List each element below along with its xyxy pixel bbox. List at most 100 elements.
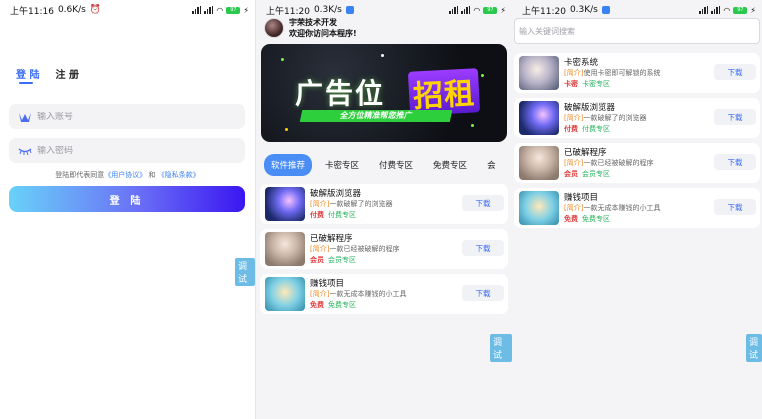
item-desc-text: 一款破解了的浏览器 [583, 114, 647, 122]
download-button[interactable]: 下载 [714, 154, 756, 170]
password-field[interactable] [9, 138, 245, 163]
welcome-text: 欢迎你访问本程序! [289, 29, 357, 38]
app-thumbnail [519, 101, 559, 135]
list-item[interactable]: 赚钱项目 [简介]一款无成本赚钱的小工具 免费 免费专区 下载 [260, 274, 508, 314]
status-net-speed: 0.3K/s [569, 5, 598, 15]
tab-free[interactable]: 免费专区 [426, 154, 474, 176]
notification-icon [601, 6, 610, 14]
banner-highlight: 招租 [407, 68, 481, 116]
wifi-icon: ◠ [216, 5, 224, 15]
download-button[interactable]: 下载 [462, 285, 504, 301]
login-tabs: 登 陆 注 册 [16, 66, 79, 84]
app-thumbnail [265, 187, 305, 221]
tab-indicator [19, 82, 33, 84]
status-icons: ◠ 97 ⚡ [699, 6, 756, 15]
item-meta: 会员 会员专区 [564, 169, 610, 179]
user-agreement-link[interactable]: 《用户协议》 [104, 171, 146, 179]
battery-icon: 97 [733, 6, 748, 14]
search-screen: 上午11:20 0.3K/s ◠ 97 ⚡ 卡密系统 [简介]使用卡密即可解锁的… [512, 0, 762, 419]
item-meta: 卡密 卡密专区 [564, 79, 610, 89]
zone-label: 付费专区 [582, 125, 610, 133]
item-meta: 付费 付费专区 [310, 210, 356, 220]
battery-icon: 97 [483, 6, 498, 14]
zone-label: 免费专区 [582, 215, 610, 223]
price-label: 卡密 [564, 80, 578, 88]
user-header: 宇荣技术开发 欢迎你访问本程序! [264, 17, 357, 39]
search-box[interactable] [514, 18, 760, 44]
price-label: 付费 [310, 211, 324, 219]
debug-button[interactable]: 调试 [746, 334, 762, 362]
charging-icon: ⚡ [500, 5, 506, 15]
item-desc-text: 一款无成本赚钱的小工具 [329, 290, 407, 298]
item-name: 赚钱项目 [310, 279, 345, 289]
status-bar: 上午11:16 0.6K/s ⏰ ◠ 97 ⚡ [10, 3, 249, 17]
ad-banner[interactable]: 广告位 招租 全方位精准帮您推广 [261, 44, 507, 142]
item-desc: [简介]使用卡密即可解锁的系统 [564, 68, 660, 78]
login-button[interactable]: 登 陆 [9, 186, 245, 212]
item-desc-text: 一款已经被破解的程序 [329, 245, 400, 253]
list-item[interactable]: 赚钱项目 [简介]一款无成本赚钱的小工具 免费 免费专区 下载 [514, 188, 760, 228]
app-thumbnail [519, 146, 559, 180]
list-item[interactable]: 破解版浏览器 [简介]一款破解了的浏览器 付费 付费专区 下载 [260, 184, 508, 224]
battery-icon: 97 [226, 6, 241, 14]
app-thumbnail [519, 191, 559, 225]
password-input[interactable] [37, 145, 207, 156]
download-button[interactable]: 下载 [714, 199, 756, 215]
banner-strip: 全方位精准帮您推广 [299, 110, 453, 122]
item-name: 已破解程序 [310, 234, 353, 244]
privacy-policy-link[interactable]: 《隐私条款》 [158, 171, 200, 179]
price-label: 会员 [310, 256, 324, 264]
tab-card-key[interactable]: 卡密专区 [318, 154, 366, 176]
status-bar: 上午11:20 0.3K/s ◠ 97 ⚡ [522, 3, 756, 17]
zone-label: 免费专区 [328, 301, 356, 309]
tab-recommend[interactable]: 软件推荐 [264, 154, 313, 176]
signal-icon [449, 6, 459, 14]
signal-icon [699, 6, 709, 14]
eye-lashes-icon [17, 144, 33, 158]
download-button[interactable]: 下载 [714, 109, 756, 125]
wifi-icon: ◠ [473, 5, 481, 15]
item-desc-text: 一款已经被破解的程序 [583, 159, 654, 167]
debug-button[interactable]: 调试 [490, 334, 512, 362]
app-thumbnail [265, 232, 305, 266]
account-field[interactable] [9, 104, 245, 129]
debug-button[interactable]: 调试 [235, 258, 255, 286]
notification-icon [345, 6, 354, 14]
account-input[interactable] [37, 111, 207, 122]
tab-login[interactable]: 登 陆 [16, 66, 39, 81]
tab-member[interactable]: 会 [480, 154, 503, 176]
list-item[interactable]: 卡密系统 [简介]使用卡密即可解锁的系统 卡密 卡密专区 下载 [514, 53, 760, 93]
app-thumbnail [265, 277, 305, 311]
zone-label: 付费专区 [328, 211, 356, 219]
charging-icon: ⚡ [243, 5, 249, 15]
item-meta: 付费 付费专区 [564, 124, 610, 134]
avatar[interactable] [264, 18, 284, 38]
list-item[interactable]: 已破解程序 [简介]一款已经被破解的程序 会员 会员专区 下载 [514, 143, 760, 183]
intro-tag: [简介] [564, 159, 584, 167]
list-item[interactable]: 已破解程序 [简介]一款已经被破解的程序 会员 会员专区 下载 [260, 229, 508, 269]
zone-label: 卡密专区 [582, 80, 610, 88]
intro-tag: [简介] [564, 114, 584, 122]
app-thumbnail [519, 56, 559, 90]
item-desc-text: 一款破解了的浏览器 [329, 200, 393, 208]
item-meta: 免费 免费专区 [564, 214, 610, 224]
download-button[interactable]: 下载 [462, 240, 504, 256]
intro-tag: [简介] [564, 204, 584, 212]
signal-icon [711, 6, 721, 14]
search-input[interactable] [519, 26, 749, 36]
status-time: 上午11:20 [522, 6, 566, 17]
download-button[interactable]: 下载 [714, 64, 756, 80]
item-desc: [简介]一款破解了的浏览器 [564, 113, 646, 123]
tab-register[interactable]: 注 册 [55, 66, 78, 81]
tab-paid[interactable]: 付费专区 [372, 154, 420, 176]
status-icons: ◠ 97 ⚡ [192, 6, 249, 15]
download-button[interactable]: 下载 [462, 195, 504, 211]
intro-tag: [简介] [564, 69, 584, 77]
intro-tag: [简介] [310, 290, 330, 298]
price-label: 会员 [564, 170, 578, 178]
list-item[interactable]: 破解版浏览器 [简介]一款破解了的浏览器 付费 付费专区 下载 [514, 98, 760, 138]
app-screens: 上午11:16 0.6K/s ⏰ ◠ 97 ⚡ 登 陆 注 册 输入账号 登陆即… [0, 0, 762, 419]
item-name: 破解版浏览器 [564, 103, 616, 113]
status-time: 上午11:20 [266, 6, 310, 17]
item-meta: 免费 免费专区 [310, 300, 356, 310]
